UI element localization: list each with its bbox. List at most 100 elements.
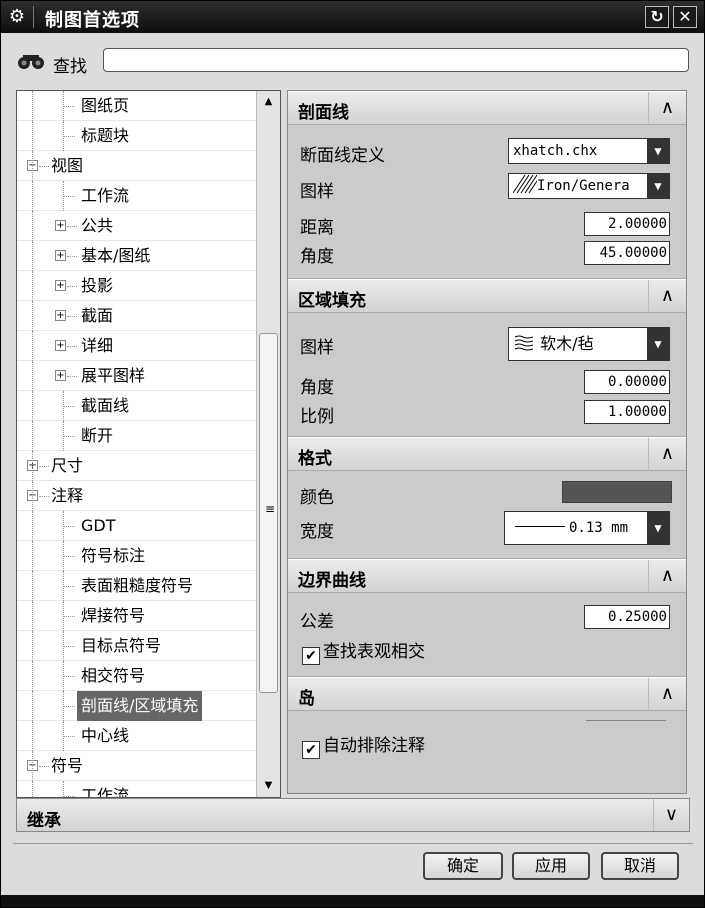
collapse-icon[interactable]: ∧ — [648, 92, 686, 125]
tree-item[interactable]: 目标点符号 — [17, 631, 257, 661]
tolerance-input[interactable]: 0.25000 — [584, 605, 670, 629]
tree-item[interactable]: + 详细 — [17, 331, 257, 361]
section-header-format[interactable]: 格式 ∧ — [288, 437, 686, 471]
section-header-area-fill[interactable]: 区域填充 ∧ — [288, 279, 686, 313]
expand-node-icon[interactable]: + — [55, 310, 66, 321]
tree-item-label: 相交符号 — [81, 666, 146, 685]
tree-connector — [63, 616, 75, 617]
cancel-button[interactable]: 取消 — [601, 852, 679, 880]
search-input[interactable] — [103, 48, 689, 72]
expand-icon[interactable]: ∨ — [653, 799, 689, 831]
auto-exclude-annotations-checkbox[interactable]: ✔ 自动排除注释 — [302, 731, 425, 759]
chevron-down-icon[interactable]: ▼ — [647, 328, 669, 360]
inherit-section-header[interactable]: 继承 ∨ — [16, 798, 690, 832]
tree-connector — [32, 241, 33, 271]
tree-item[interactable]: 符号标注 — [17, 541, 257, 571]
fill-angle-input[interactable]: 0.00000 — [584, 370, 670, 394]
chevron-down-icon[interactable]: ▼ — [647, 139, 669, 163]
tree-connector — [32, 601, 33, 631]
find-apparent-intersections-checkbox[interactable]: ✔ 查找表观相交 — [302, 637, 425, 665]
collapse-icon[interactable]: ∧ — [648, 280, 686, 313]
close-button[interactable]: ✕ — [673, 6, 697, 28]
tree-connector — [63, 721, 64, 751]
hatch-angle-input[interactable]: 45.00000 — [584, 241, 670, 265]
collapse-icon[interactable]: ∧ — [648, 678, 686, 711]
section-header-hatch[interactable]: 剖面线 ∧ — [288, 91, 686, 125]
tree-connector — [67, 346, 77, 347]
tree-connector — [67, 376, 77, 377]
tree-item[interactable]: 断开 — [17, 421, 257, 451]
hatch-distance-input[interactable]: 2.00000 — [584, 212, 670, 236]
tree-item[interactable]: + 公共 — [17, 211, 257, 241]
tree-item[interactable]: + 尺寸 — [17, 451, 257, 481]
tree-item[interactable]: 焊接符号 — [17, 601, 257, 631]
fill-pattern-content: 软木/毡 — [513, 328, 594, 360]
tree-item[interactable]: GDT — [17, 511, 257, 541]
ok-button[interactable]: 确定 — [423, 852, 503, 880]
tree-item[interactable]: − 符号 — [17, 751, 257, 781]
expand-node-icon[interactable]: + — [55, 220, 66, 231]
tree-connector — [32, 541, 33, 571]
tree-connector — [32, 331, 33, 361]
tree-item[interactable]: − 注释 — [17, 481, 257, 511]
scroll-thumb[interactable]: ≡ — [259, 333, 278, 693]
tree-item[interactable]: + 截面 — [17, 301, 257, 331]
chevron-down-icon[interactable]: ▼ — [647, 174, 669, 198]
title-bar[interactable]: ⚙ 制图首选项 ↻ ✕ — [1, 1, 704, 33]
collapse-icon[interactable]: ∧ — [648, 560, 686, 593]
tree-item-label: 展平图样 — [81, 366, 146, 385]
checkmark-icon[interactable]: ✔ — [302, 647, 320, 665]
tree-item[interactable]: 表面粗糙度符号 — [17, 571, 257, 601]
tree-connector — [63, 736, 75, 737]
tree-item-label: 工作流 — [81, 786, 130, 798]
tree-connector — [63, 121, 64, 151]
tree-item[interactable]: 中心线 — [17, 721, 257, 751]
tree-connector — [39, 466, 49, 467]
divider-line — [586, 720, 666, 721]
tree-item-label: 注释 — [51, 486, 84, 505]
tree-item-label: 表面粗糙度符号 — [81, 576, 194, 595]
tree-scrollbar[interactable]: ▲ ≡ ▼ — [256, 91, 280, 797]
section-header-island[interactable]: 岛 ∧ — [288, 677, 686, 711]
hatch-pattern-dropdown[interactable]: Iron/Genera ▼ — [508, 173, 670, 199]
tree-connector — [32, 481, 33, 511]
tree-item[interactable]: − 视图 — [17, 151, 257, 181]
fill-pattern-dropdown[interactable]: 软木/毡 ▼ — [508, 327, 670, 361]
section-header-boundary[interactable]: 边界曲线 ∧ — [288, 559, 686, 593]
fill-scale-input[interactable]: 1.00000 — [584, 400, 670, 424]
tree-item[interactable]: + 投影 — [17, 271, 257, 301]
tree-item[interactable]: + 基本/图纸 — [17, 241, 257, 271]
checkmark-icon[interactable]: ✔ — [302, 741, 320, 759]
window-title: 制图首选项 — [45, 10, 140, 31]
reset-button[interactable]: ↻ — [645, 6, 669, 28]
width-dropdown[interactable]: 0.13 mm ▼ — [504, 511, 670, 545]
color-swatch[interactable] — [562, 481, 672, 503]
collapse-icon[interactable]: ∧ — [648, 438, 686, 471]
scroll-down-icon[interactable]: ▼ — [257, 775, 280, 797]
cork-pattern-icon — [514, 335, 534, 351]
section-title-boundary: 边界曲线 — [298, 571, 366, 591]
tree-item[interactable]: 图纸页 — [17, 91, 257, 121]
apply-button[interactable]: 应用 — [512, 852, 590, 880]
fill-pattern-label: 图样 — [300, 338, 334, 358]
tree-item-label: 截面线 — [81, 396, 130, 415]
tree-item[interactable]: 工作流 — [17, 781, 257, 798]
expand-node-icon[interactable]: + — [55, 370, 66, 381]
tree-item[interactable]: + 展平图样 — [17, 361, 257, 391]
tree-connector — [32, 301, 33, 331]
hatch-definition-dropdown[interactable]: xhatch.chx ▼ — [508, 138, 670, 164]
width-label: 宽度 — [300, 522, 334, 542]
tree-item[interactable]: 相交符号 — [17, 661, 257, 691]
chevron-down-icon[interactable]: ▼ — [647, 512, 669, 544]
tree-item[interactable]: 工作流 — [17, 181, 257, 211]
tree-item[interactable]: 剖面线/区域填充 — [17, 691, 257, 721]
expand-node-icon[interactable]: + — [55, 280, 66, 291]
tree-item[interactable]: 截面线 — [17, 391, 257, 421]
tree-item[interactable]: 标题块 — [17, 121, 257, 151]
expand-node-icon[interactable]: + — [55, 340, 66, 351]
tree-connector — [63, 181, 64, 211]
expand-node-icon[interactable]: + — [55, 250, 66, 261]
scroll-up-icon[interactable]: ▲ — [257, 91, 280, 113]
gear-icon[interactable]: ⚙ — [7, 7, 27, 27]
tree-item-label: 详细 — [81, 336, 114, 355]
